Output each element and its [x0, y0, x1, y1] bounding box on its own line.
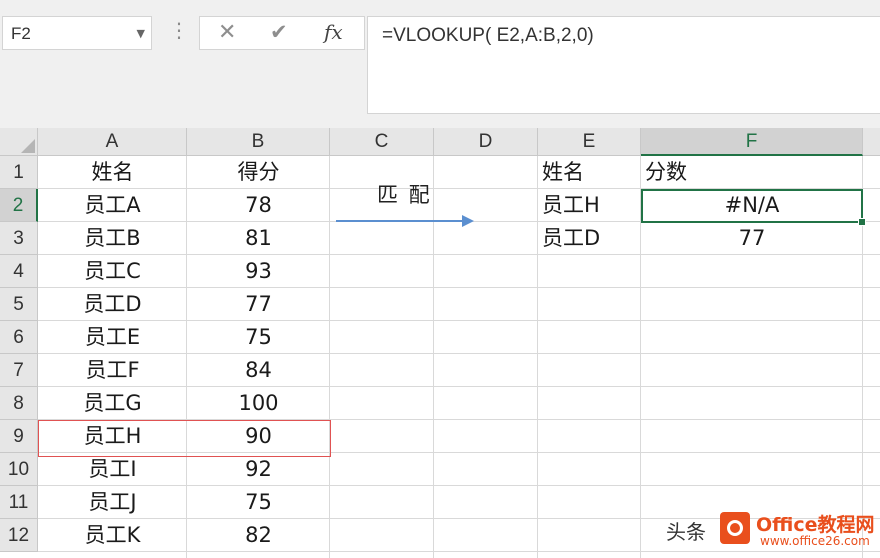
cell-b1[interactable]: 得分	[187, 156, 330, 189]
cell-b7[interactable]: 84	[187, 354, 330, 387]
column-header-b[interactable]: B	[187, 128, 330, 156]
row-header-7[interactable]: 7	[0, 354, 38, 387]
watermark-url: www.office26.com	[760, 534, 870, 548]
column-header-e[interactable]: E	[538, 128, 641, 156]
row-header-1[interactable]: 1	[0, 156, 38, 189]
cell-a11[interactable]: 员工J	[38, 486, 187, 519]
cell-b5[interactable]: 77	[187, 288, 330, 321]
row-header-11[interactable]: 11	[0, 486, 38, 519]
active-cell-border	[641, 189, 863, 223]
cell-b3[interactable]: 81	[187, 222, 330, 255]
name-box[interactable]: F2 ▼	[2, 16, 152, 50]
office-logo-icon	[720, 512, 750, 544]
formula-text: =VLOOKUP( E2,A:B,2,0)	[382, 25, 594, 46]
name-box-value: F2	[11, 24, 31, 43]
gridline	[433, 156, 434, 558]
cell-b8[interactable]: 100	[187, 387, 330, 420]
more-options-icon[interactable]: ⋮	[169, 20, 189, 40]
fill-handle[interactable]	[858, 218, 866, 226]
cell-a1[interactable]: 姓名	[38, 156, 187, 189]
cell-b10[interactable]: 92	[187, 453, 330, 486]
row-header-6[interactable]: 6	[0, 321, 38, 354]
row-header-4[interactable]: 4	[0, 255, 38, 288]
formula-buttons: ✕ ✔ fx	[199, 16, 365, 50]
highlight-box	[38, 420, 331, 457]
cell-b6[interactable]: 75	[187, 321, 330, 354]
row-header-8[interactable]: 8	[0, 387, 38, 420]
cell-e3[interactable]: 员工D	[538, 222, 641, 255]
cell-b4[interactable]: 93	[187, 255, 330, 288]
cell-a7[interactable]: 员工F	[38, 354, 187, 387]
select-all-icon	[21, 139, 35, 153]
column-header-a[interactable]: A	[38, 128, 187, 156]
row-header-10[interactable]: 10	[0, 453, 38, 486]
cell-e2[interactable]: 员工H	[538, 189, 641, 222]
cell-a2[interactable]: 员工A	[38, 189, 187, 222]
watermark: 头条 Office教程网 www.office26.com	[660, 508, 880, 552]
column-header-f[interactable]: F	[641, 128, 863, 156]
row-header-3[interactable]: 3	[0, 222, 38, 255]
select-all-corner[interactable]	[0, 128, 38, 156]
arrow-head-icon	[462, 215, 474, 227]
match-label: 匹 配	[377, 183, 432, 207]
cell-a10[interactable]: 员工I	[38, 453, 187, 486]
cell-a8[interactable]: 员工G	[38, 387, 187, 420]
watermark-prefix: 头条	[666, 520, 706, 544]
cell-a3[interactable]: 员工B	[38, 222, 187, 255]
cell-f3[interactable]: 77	[641, 222, 863, 255]
cell-b11[interactable]: 75	[187, 486, 330, 519]
cell-e1[interactable]: 姓名	[538, 156, 641, 189]
insert-function-icon[interactable]: fx	[324, 20, 343, 44]
cell-f1[interactable]: 分数	[641, 156, 863, 189]
row-header-12[interactable]: 12	[0, 519, 38, 552]
cell-a5[interactable]: 员工D	[38, 288, 187, 321]
column-header-g[interactable]	[863, 128, 880, 156]
cell-b2[interactable]: 78	[187, 189, 330, 222]
column-header-c[interactable]: C	[330, 128, 434, 156]
cell-a12[interactable]: 员工K	[38, 519, 187, 552]
row-header-5[interactable]: 5	[0, 288, 38, 321]
cancel-icon[interactable]: ✕	[218, 20, 236, 45]
row-header-2[interactable]: 2	[0, 189, 38, 222]
column-header-d[interactable]: D	[434, 128, 538, 156]
formula-bar[interactable]: =VLOOKUP( E2,A:B,2,0)	[367, 16, 880, 114]
dropdown-arrow-icon[interactable]: ▼	[137, 27, 145, 40]
cell-a6[interactable]: 员工E	[38, 321, 187, 354]
cell-a4[interactable]: 员工C	[38, 255, 187, 288]
row-header-9[interactable]: 9	[0, 420, 38, 453]
arrow-icon	[336, 220, 464, 222]
check-icon[interactable]: ✔	[270, 20, 288, 44]
cell-b12[interactable]: 82	[187, 519, 330, 552]
watermark-brand: Office教程网	[756, 514, 875, 536]
formula-toolbar: F2 ▼ ⋮ ✕ ✔ fx =VLOOKUP( E2,A:B,2,0)	[0, 0, 880, 128]
